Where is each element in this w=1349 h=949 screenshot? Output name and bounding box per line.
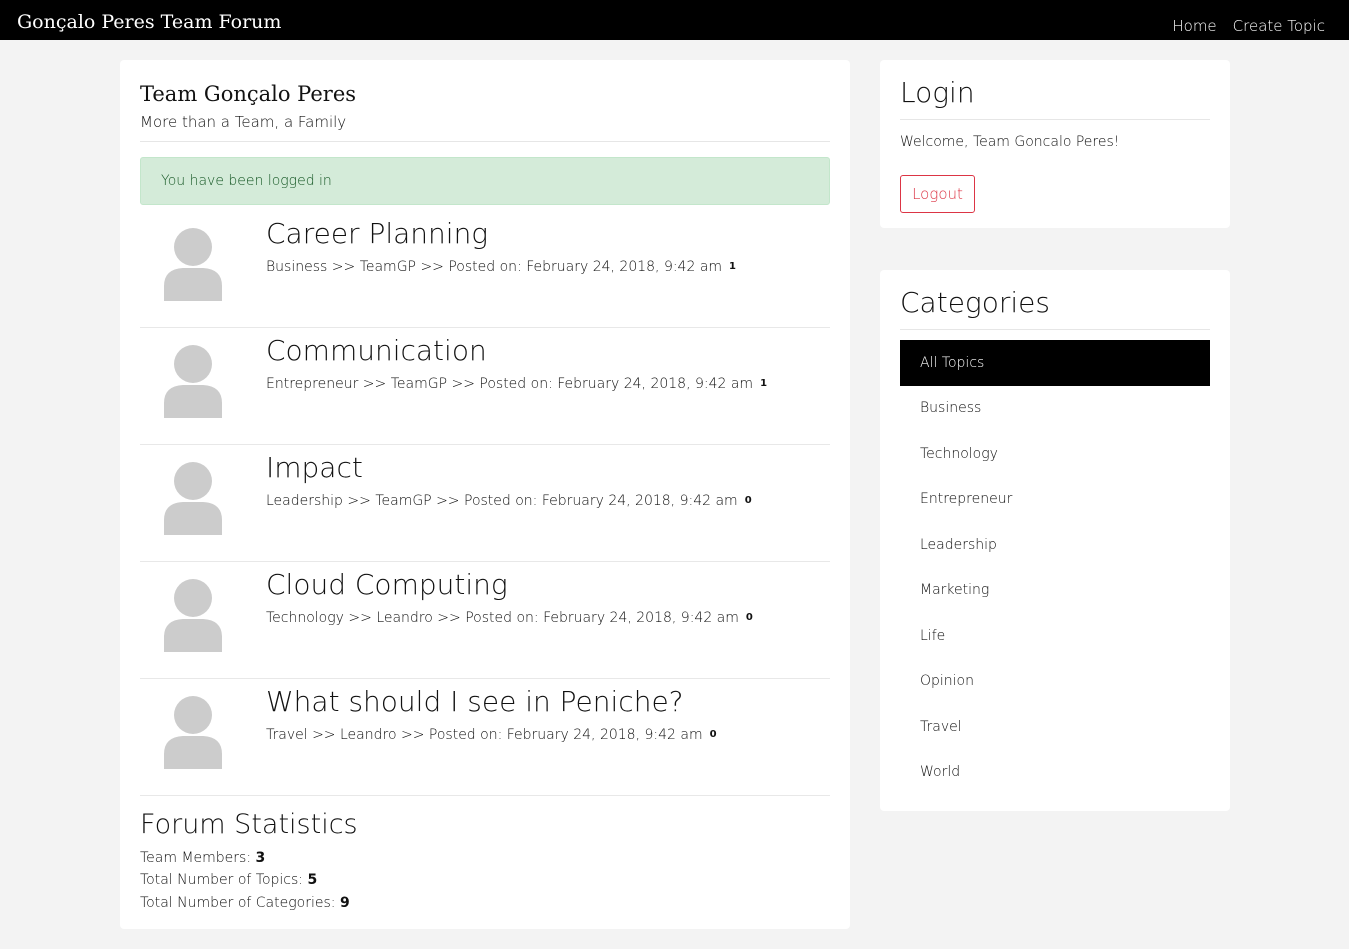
separator: >> xyxy=(437,610,461,626)
topic-posted-date: Posted on: February 24, 2018, 9:42 am xyxy=(465,610,739,626)
topic-row: Impact Leadership >> TeamGP >> Posted on:… xyxy=(140,445,830,562)
topic-meta: Business >> TeamGP >> Posted on: Februar… xyxy=(266,258,736,276)
topic-category-link[interactable]: Travel xyxy=(266,727,308,743)
topic-row: Communication Entrepreneur >> TeamGP >> P… xyxy=(140,328,830,445)
avatar-icon xyxy=(164,579,222,652)
topic-meta: Entrepreneur >> TeamGP >> Posted on: Feb… xyxy=(266,375,767,393)
stat-categories: Total Number of Categories: 9 xyxy=(140,894,350,912)
stat-categories-label: Total Number of Categories: xyxy=(140,895,336,911)
avatar-icon xyxy=(164,696,222,769)
topic-posted-date: Posted on: February 24, 2018, 9:42 am xyxy=(464,493,738,509)
topic-row: Career Planning Business >> TeamGP >> Pos… xyxy=(140,211,830,328)
topic-author-link[interactable]: Leandro xyxy=(340,727,397,743)
avatar-icon xyxy=(164,345,222,418)
reply-count-badge: 1 xyxy=(760,378,768,389)
topic-title-link[interactable]: Communication xyxy=(266,334,487,368)
divider xyxy=(900,119,1210,120)
divider xyxy=(140,141,830,142)
topic-row: Cloud Computing Technology >> Leandro >> … xyxy=(140,562,830,679)
category-list: All Topics Business Technology Entrepreneur… xyxy=(900,340,1210,795)
nav-home-link[interactable]: Home xyxy=(1172,16,1216,36)
forum-statistics-title: Forum Statistics xyxy=(140,809,358,840)
topic-author-link[interactable]: TeamGP xyxy=(375,493,431,509)
category-item-all-topics[interactable]: All Topics xyxy=(900,340,1210,386)
reply-count-badge: 1 xyxy=(729,261,737,272)
topic-meta: Technology >> Leandro >> Posted on: Febr… xyxy=(266,609,753,627)
topic-category-link[interactable]: Business xyxy=(266,259,327,275)
category-item-leadership[interactable]: Leadership xyxy=(900,522,1210,568)
topic-posted-date: Posted on: February 24, 2018, 9:42 am xyxy=(479,376,754,392)
separator: >> xyxy=(420,259,444,275)
categories-card: Categories All Topics Business Technology E… xyxy=(880,270,1230,811)
category-item-entrepreneur[interactable]: Entrepreneur xyxy=(900,477,1210,523)
welcome-message: Welcome, Team Goncalo Peres! xyxy=(900,134,1120,150)
separator: >> xyxy=(451,376,475,392)
stat-topics: Total Number of Topics: 5 xyxy=(140,871,317,889)
page-subtitle: More than a Team, a Family xyxy=(140,113,347,131)
page-title: Team Gonçalo Peres xyxy=(140,82,357,106)
separator: >> xyxy=(362,376,387,392)
topic-meta: Leadership >> TeamGP >> Posted on: Febru… xyxy=(266,492,752,510)
navbar: Gonçalo Peres Team Forum Home Create Top… xyxy=(0,0,1349,40)
topic-row: What should I see in Peniche? Travel >> L… xyxy=(140,679,830,796)
separator: >> xyxy=(312,727,336,743)
login-title: Login xyxy=(900,76,975,109)
topic-title-link[interactable]: What should I see in Peniche? xyxy=(266,685,684,719)
alert-message: You have been logged in xyxy=(161,173,332,189)
logout-button[interactable]: Logout xyxy=(900,175,975,213)
topic-category-link[interactable]: Technology xyxy=(266,610,344,626)
category-item-world[interactable]: World xyxy=(900,750,1210,796)
topic-meta: Travel >> Leandro >> Posted on: February… xyxy=(266,726,717,744)
login-card: Login Welcome, Team Goncalo Peres! Logou… xyxy=(880,60,1230,228)
avatar-icon xyxy=(164,228,222,301)
reply-count-badge: 0 xyxy=(745,612,753,623)
topic-posted-date: Posted on: February 24, 2018, 9:42 am xyxy=(448,259,723,275)
topic-author-link[interactable]: TeamGP xyxy=(391,376,447,392)
topic-title-link[interactable]: Cloud Computing xyxy=(266,568,508,602)
separator: >> xyxy=(347,493,371,509)
topic-title-link[interactable]: Impact xyxy=(266,451,363,485)
separator: >> xyxy=(348,610,372,626)
topic-author-link[interactable]: Leandro xyxy=(376,610,433,626)
topic-title-link[interactable]: Career Planning xyxy=(266,217,488,251)
stat-topics-label: Total Number of Topics: xyxy=(140,872,304,888)
reply-count-badge: 0 xyxy=(709,729,717,740)
avatar-icon xyxy=(164,462,222,535)
reply-count-badge: 0 xyxy=(744,495,752,506)
stat-topics-value: 5 xyxy=(307,872,318,888)
stat-members-label: Team Members: xyxy=(140,850,252,866)
divider xyxy=(900,329,1210,330)
separator: >> xyxy=(400,727,425,743)
category-item-travel[interactable]: Travel xyxy=(900,704,1210,750)
category-item-opinion[interactable]: Opinion xyxy=(900,659,1210,705)
topic-category-link[interactable]: Leadership xyxy=(266,493,343,509)
nav-create-topic-link[interactable]: Create Topic xyxy=(1233,16,1325,36)
category-item-life[interactable]: Life xyxy=(900,613,1210,659)
topic-category-link[interactable]: Entrepreneur xyxy=(266,376,358,392)
brand-link[interactable]: Gonçalo Peres Team Forum xyxy=(17,11,281,33)
stat-members: Team Members: 3 xyxy=(140,849,265,867)
categories-title: Categories xyxy=(900,286,1050,319)
category-item-technology[interactable]: Technology xyxy=(900,431,1210,477)
separator: >> xyxy=(331,259,356,275)
nav-links: Home Create Topic xyxy=(1172,16,1325,36)
separator: >> xyxy=(436,493,460,509)
category-item-business[interactable]: Business xyxy=(900,386,1210,432)
stat-categories-value: 9 xyxy=(339,895,350,911)
topic-author-link[interactable]: TeamGP xyxy=(360,259,416,275)
main-panel: Team Gonçalo Peres More than a Team, a F… xyxy=(120,60,850,929)
stat-members-value: 3 xyxy=(255,850,266,866)
login-success-alert: You have been logged in xyxy=(140,157,830,205)
topic-posted-date: Posted on: February 24, 2018, 9:42 am xyxy=(428,727,703,743)
category-item-marketing[interactable]: Marketing xyxy=(900,568,1210,614)
